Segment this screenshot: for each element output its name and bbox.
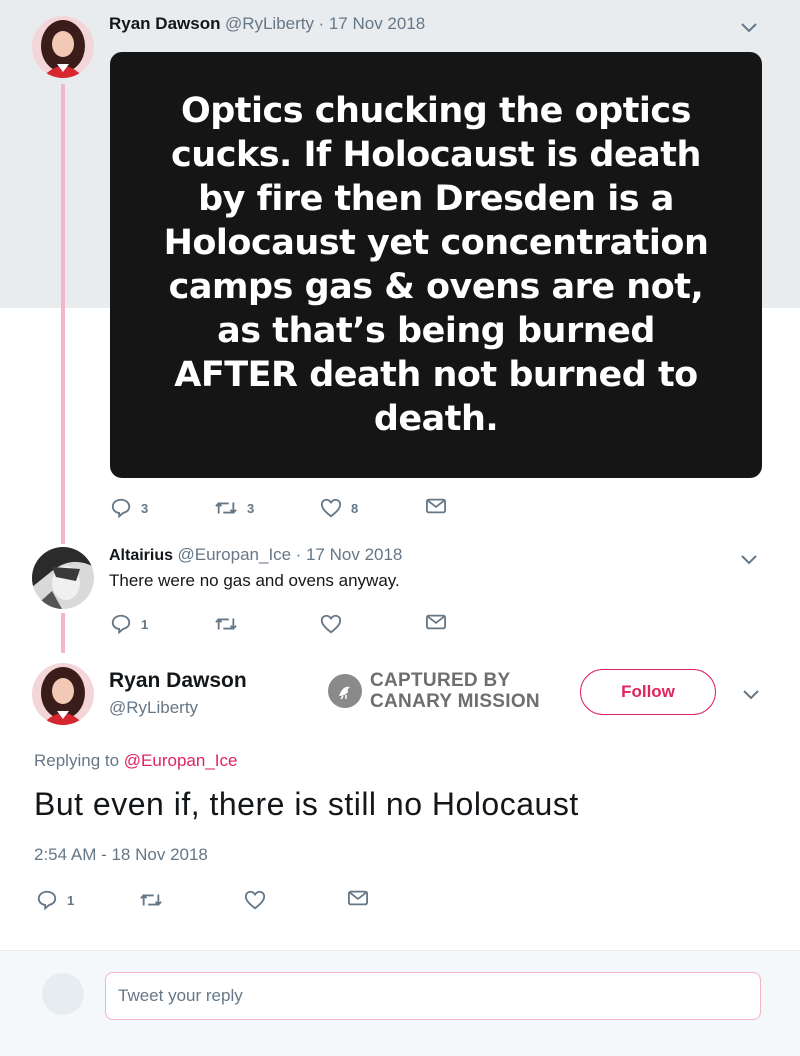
reply-icon (37, 890, 57, 911)
tweet-date[interactable]: · 17 Nov 2018 (318, 14, 425, 33)
reply-button[interactable]: 3 (110, 497, 148, 519)
avatar[interactable] (32, 547, 94, 609)
tweet-timestamp[interactable]: 2:54 AM - 18 Nov 2018 (34, 845, 208, 865)
replying-prefix: Replying to (34, 751, 120, 770)
like-button[interactable] (244, 889, 266, 911)
tweet-text: But even if, there is still no Holocaust (34, 786, 579, 822)
envelope-icon (426, 498, 446, 514)
reply-button[interactable]: 1 (110, 613, 148, 635)
author-name[interactable]: Ryan Dawson (109, 669, 247, 693)
author-name[interactable]: Ryan Dawson (109, 14, 220, 33)
retweet-icon (215, 618, 237, 630)
stamp-text: CAPTURED BY CANARY MISSION (370, 670, 540, 712)
reply-count: 1 (141, 616, 149, 632)
tweet-image[interactable]: Optics chucking the optics cucks. If Hol… (110, 52, 762, 478)
chevron-down-icon[interactable] (740, 20, 758, 39)
reply-input[interactable] (105, 972, 761, 1020)
tweet-text: There were no gas and ovens anyway. (109, 571, 400, 590)
user-avatar (42, 973, 84, 1015)
avatar[interactable] (32, 16, 94, 78)
tweet-actions: 1 (110, 613, 450, 637)
tweet-header: Ryan Dawson @RyLiberty · 17 Nov 2018 (109, 14, 425, 34)
watermark-stamp: CAPTURED BY CANARY MISSION (328, 670, 540, 712)
tweet-actions: 1 (36, 889, 376, 913)
stamp-line-1: CAPTURED BY (370, 670, 511, 691)
tweet-date[interactable]: · 17 Nov 2018 (296, 545, 403, 564)
reply-icon (111, 498, 131, 519)
retweet-icon (215, 502, 237, 514)
thread-line (61, 613, 65, 653)
tweet-image-text: Optics chucking the optics cucks. If Hol… (163, 91, 709, 439)
stamp-line-2: CANARY MISSION (370, 691, 540, 712)
like-count: 8 (351, 500, 359, 516)
retweet-icon (140, 894, 162, 906)
direct-message-button[interactable] (348, 889, 368, 907)
avatar[interactable] (32, 663, 94, 725)
direct-message-button[interactable] (426, 497, 446, 515)
heart-icon (320, 498, 342, 518)
reply-count: 1 (67, 892, 75, 908)
reply-icon (111, 614, 131, 635)
follow-button[interactable]: Follow (580, 669, 716, 715)
thread-line (61, 84, 65, 544)
reply-count: 3 (141, 500, 149, 516)
replying-handle-link[interactable]: @Europan_Ice (124, 751, 238, 770)
tweet-actions: 3 3 8 (110, 497, 450, 521)
chevron-down-icon[interactable] (742, 687, 760, 706)
replying-to: Replying to @Europan_Ice (34, 751, 237, 771)
heart-icon (320, 614, 342, 634)
retweet-button[interactable]: 3 (214, 497, 254, 519)
like-button[interactable]: 8 (320, 497, 358, 519)
like-button[interactable] (320, 613, 342, 635)
author-handle[interactable]: @RyLiberty (109, 698, 198, 718)
canary-icon (328, 674, 362, 708)
retweet-button[interactable] (214, 613, 238, 635)
author-name[interactable]: Altairius (109, 547, 173, 564)
envelope-icon (348, 890, 368, 906)
direct-message-button[interactable] (426, 613, 446, 631)
tweet-header: Altairius @Europan_Ice · 17 Nov 2018 (109, 545, 402, 565)
reply-button[interactable]: 1 (36, 889, 74, 911)
retweet-button[interactable] (139, 889, 163, 911)
author-handle[interactable]: @RyLiberty (225, 14, 314, 33)
envelope-icon (426, 614, 446, 630)
retweet-count: 3 (247, 500, 255, 516)
heart-icon (244, 890, 266, 910)
author-handle[interactable]: @Europan_Ice (177, 545, 291, 564)
chevron-down-icon[interactable] (740, 552, 758, 571)
